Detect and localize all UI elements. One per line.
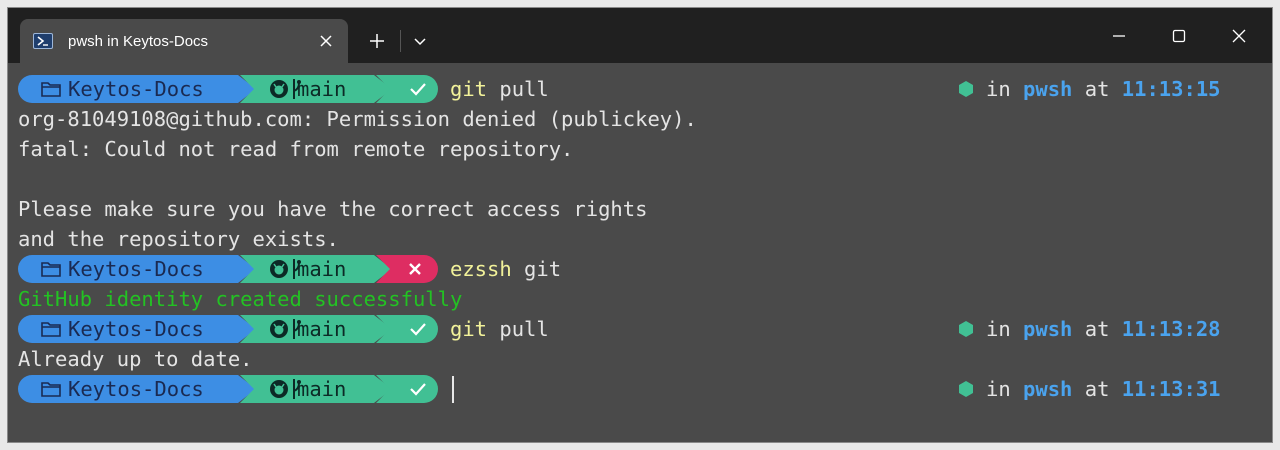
in-label: in bbox=[986, 377, 1024, 401]
timestamp: 11:13:15 bbox=[1121, 77, 1221, 101]
command-args: pull bbox=[487, 77, 549, 101]
divider bbox=[400, 30, 401, 52]
powerline-arrow-icon bbox=[376, 75, 392, 107]
branch-name: main bbox=[297, 257, 347, 281]
prompt-line: Keytos-Docs main git pull in pwsh at 11:13:… bbox=[8, 314, 1272, 344]
branch-name: main bbox=[297, 317, 347, 341]
output-line: org-81049108@github.com: Permission deni… bbox=[18, 107, 697, 131]
command-args: pull bbox=[487, 317, 549, 341]
tab-title: pwsh in Keytos-Docs bbox=[68, 32, 209, 50]
command-args: git bbox=[511, 257, 562, 281]
success-output-line: GitHub identity created successfully bbox=[18, 287, 463, 311]
github-icon bbox=[268, 378, 290, 404]
title-bar: pwsh in Keytos-Docs bbox=[8, 8, 1272, 63]
tab-pwsh[interactable]: pwsh in Keytos-Docs bbox=[20, 19, 348, 63]
hexagon-icon bbox=[958, 76, 974, 106]
powerline-arrow-icon bbox=[240, 255, 256, 287]
text-cursor bbox=[452, 376, 454, 403]
branch-name: main bbox=[297, 377, 347, 401]
folder-icon bbox=[40, 259, 62, 283]
directory-name: Keytos-Docs bbox=[68, 317, 204, 341]
shell-name: pwsh bbox=[1023, 77, 1073, 101]
maximize-button[interactable] bbox=[1149, 8, 1209, 63]
output-line: Already up to date. bbox=[18, 347, 253, 371]
directory-name: Keytos-Docs bbox=[68, 77, 204, 101]
hexagon-icon bbox=[958, 316, 974, 346]
prompt-line: Keytos-Docs main ezssh git bbox=[8, 254, 1272, 284]
powerline-arrow-icon bbox=[240, 315, 256, 347]
github-icon bbox=[268, 318, 290, 344]
at-label: at bbox=[1072, 377, 1122, 401]
right-prompt: in pwsh at 11:13:31 bbox=[958, 374, 1221, 404]
terminal-output[interactable]: Keytos-Docs main git pull in pwsh at 11:13:… bbox=[8, 63, 1272, 442]
hexagon-icon bbox=[958, 376, 974, 406]
cross-icon bbox=[407, 261, 423, 281]
timestamp: 11:13:28 bbox=[1121, 317, 1221, 341]
powerline-arrow-icon bbox=[376, 255, 392, 287]
shell-name: pwsh bbox=[1023, 377, 1073, 401]
check-icon bbox=[409, 321, 427, 341]
command-name: ezssh bbox=[450, 257, 512, 281]
command-name: git bbox=[450, 77, 488, 101]
at-label: at bbox=[1072, 317, 1122, 341]
in-label: in bbox=[986, 77, 1024, 101]
terminal-window: pwsh in Keytos-Docs Keytos-Docs main git… bbox=[7, 7, 1273, 443]
minimize-button[interactable] bbox=[1089, 8, 1149, 63]
prompt-segment: Keytos-Docs main bbox=[18, 74, 438, 104]
powerline-arrow-icon bbox=[376, 315, 392, 347]
check-icon bbox=[409, 81, 427, 101]
directory-name: Keytos-Docs bbox=[68, 377, 204, 401]
prompt-segment: Keytos-Docs main bbox=[18, 374, 438, 404]
powershell-icon bbox=[33, 33, 53, 49]
branch-name: main bbox=[297, 77, 347, 101]
command-name: git bbox=[450, 317, 488, 341]
output-line: Please make sure you have the correct ac… bbox=[18, 197, 648, 221]
check-icon bbox=[409, 381, 427, 401]
output-line: and the repository exists. bbox=[18, 227, 339, 251]
command-text: ezssh git bbox=[450, 254, 561, 284]
right-prompt: in pwsh at 11:13:15 bbox=[958, 74, 1221, 104]
directory-name: Keytos-Docs bbox=[68, 257, 204, 281]
folder-icon bbox=[40, 379, 62, 403]
prompt-line: Keytos-Docs main git pull in pwsh at 11:13:… bbox=[8, 74, 1272, 104]
timestamp: 11:13:31 bbox=[1121, 377, 1221, 401]
close-window-button[interactable] bbox=[1209, 8, 1269, 63]
folder-icon bbox=[40, 79, 62, 103]
close-tab-icon[interactable] bbox=[316, 31, 336, 51]
powerline-arrow-icon bbox=[376, 375, 392, 407]
chevron-down-icon[interactable] bbox=[408, 28, 432, 54]
at-label: at bbox=[1072, 77, 1122, 101]
in-label: in bbox=[986, 317, 1024, 341]
prompt-segment: Keytos-Docs main bbox=[18, 254, 438, 284]
command-text: git pull bbox=[450, 314, 549, 344]
output-line: fatal: Could not read from remote reposi… bbox=[18, 137, 574, 161]
folder-icon bbox=[40, 319, 62, 343]
powerline-arrow-icon bbox=[240, 75, 256, 107]
github-icon bbox=[268, 258, 290, 284]
command-text: git pull bbox=[450, 74, 549, 104]
powerline-arrow-icon bbox=[240, 375, 256, 407]
new-tab-button[interactable] bbox=[364, 28, 390, 54]
right-prompt: in pwsh at 11:13:28 bbox=[958, 314, 1221, 344]
github-icon bbox=[268, 78, 290, 104]
prompt-line: Keytos-Docs main in pwsh at 11:13:31 bbox=[8, 374, 1272, 404]
prompt-segment: Keytos-Docs main bbox=[18, 314, 438, 344]
shell-name: pwsh bbox=[1023, 317, 1073, 341]
